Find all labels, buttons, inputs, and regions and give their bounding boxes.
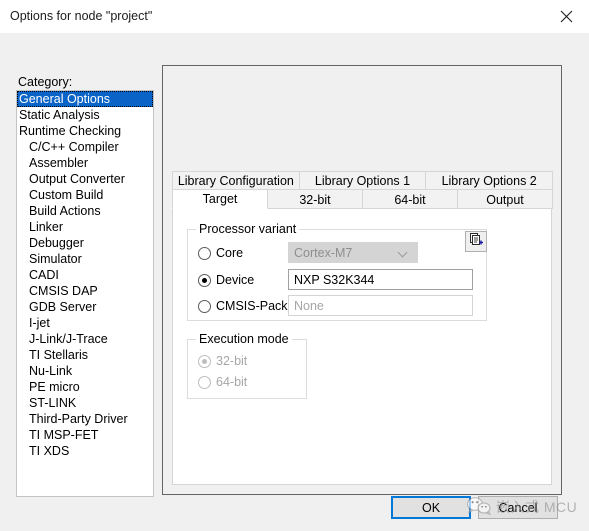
sidebar-item[interactable]: Static Analysis [17, 107, 153, 123]
close-icon [560, 10, 573, 23]
radio-exec-64bit-indicator [198, 375, 211, 389]
radio-exec-64bit: 64-bit [198, 375, 247, 389]
close-button[interactable] [543, 0, 589, 32]
tab-row-top: Library Configuration Library Options 1 Li… [172, 171, 554, 190]
cmsis-pack-input[interactable]: None [288, 295, 473, 316]
radio-device[interactable]: Device [198, 273, 254, 287]
sidebar-item[interactable]: CMSIS DAP [17, 283, 153, 299]
sidebar-item[interactable]: Output Converter [17, 171, 153, 187]
radio-core-label: Core [216, 246, 244, 260]
window-title: Options for node "project" [10, 9, 153, 23]
chevron-down-icon [399, 248, 408, 257]
execution-mode-group: Execution mode 32-bit 64-bit [187, 332, 307, 399]
device-input[interactable]: NXP S32K344 [288, 269, 473, 290]
radio-device-label: Device [216, 273, 255, 287]
sidebar-item[interactable]: TI MSP-FET [17, 427, 153, 443]
dialog-body: Category: General Options Static Analysis… [0, 33, 589, 531]
radio-core[interactable]: Core [198, 246, 243, 260]
radio-exec-64bit-label: 64-bit [216, 375, 248, 389]
execution-mode-title: Execution mode [196, 332, 292, 346]
ok-button[interactable]: OK [391, 496, 471, 519]
core-combobox[interactable]: Cortex-M7 [288, 242, 418, 263]
device-select-icon [468, 232, 484, 251]
sidebar-item[interactable]: CADI [17, 267, 153, 283]
tab-row-bottom: Target 32-bit 64-bit Output [172, 189, 553, 209]
sidebar-item[interactable]: J-Link/J-Trace [17, 331, 153, 347]
tab-64-bit[interactable]: 64-bit [362, 189, 458, 209]
processor-variant-group: Processor variant Core Cortex-M7 Device … [187, 222, 487, 321]
sidebar-item[interactable]: ST-LINK [17, 395, 153, 411]
sidebar-item[interactable]: Debugger [17, 235, 153, 251]
sidebar-item[interactable]: Build Actions [17, 203, 153, 219]
sidebar-item[interactable]: C/C++ Compiler [17, 139, 153, 155]
radio-exec-32bit: 32-bit [198, 354, 247, 368]
tab-32-bit[interactable]: 32-bit [267, 189, 363, 209]
radio-core-indicator [198, 246, 211, 260]
processor-variant-title: Processor variant [196, 222, 300, 236]
sidebar-item[interactable]: TI Stellaris [17, 347, 153, 363]
sidebar-item[interactable]: I-jet [17, 315, 153, 331]
title-bar: Options for node "project" [0, 0, 589, 34]
tab-panel-target: Processor variant Core Cortex-M7 Device … [172, 208, 552, 485]
sidebar-item[interactable]: Simulator [17, 251, 153, 267]
sidebar-item[interactable]: Linker [17, 219, 153, 235]
sidebar-item[interactable]: General Options [17, 91, 153, 107]
sidebar-item[interactable]: Custom Build [17, 187, 153, 203]
device-input-value: NXP S32K344 [294, 272, 375, 287]
category-list[interactable]: General Options Static Analysis Runtime Ch… [16, 90, 154, 497]
tab-output[interactable]: Output [457, 189, 553, 209]
sidebar-item[interactable]: PE micro [17, 379, 153, 395]
sidebar-item[interactable]: Third-Party Driver [17, 411, 153, 427]
ok-button-label: OK [421, 500, 441, 515]
tab-target[interactable]: Target [172, 189, 268, 209]
sidebar-item[interactable]: GDB Server [17, 299, 153, 315]
tab-library-options-2[interactable]: Library Options 2 [425, 171, 554, 190]
sidebar-item[interactable]: Runtime Checking [17, 123, 153, 139]
core-combobox-value: Cortex-M7 [294, 245, 353, 260]
radio-cmsis-pack[interactable]: CMSIS-Pack [198, 299, 288, 313]
radio-cmsis-pack-indicator [198, 299, 211, 313]
radio-exec-32bit-label: 32-bit [216, 354, 248, 368]
category-label: Category: [18, 75, 73, 89]
sidebar-item[interactable]: Nu-Link [17, 363, 153, 379]
radio-cmsis-pack-label: CMSIS-Pack [216, 299, 288, 313]
radio-device-indicator [198, 273, 211, 287]
cancel-button-label: Cancel [498, 500, 538, 515]
cmsis-pack-input-value: None [294, 298, 324, 313]
cancel-button[interactable]: Cancel [478, 496, 558, 519]
sidebar-item[interactable]: Assembler [17, 155, 153, 171]
tab-library-configuration[interactable]: Library Configuration [172, 171, 300, 190]
radio-exec-32bit-indicator [198, 354, 211, 368]
tab-library-options-1[interactable]: Library Options 1 [298, 171, 427, 190]
sidebar-item[interactable]: TI XDS [17, 443, 153, 459]
device-select-button[interactable] [465, 231, 487, 252]
